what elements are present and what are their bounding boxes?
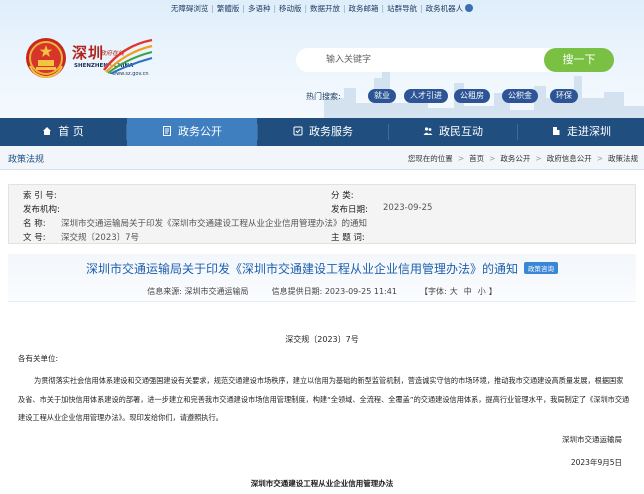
top-link-gov-mail[interactable]: 政务邮箱 [349,4,379,13]
main-nav: 首 页 政务公开 政务服务 政民互动 走进深圳 [0,118,644,146]
meta-issuer-label: 发布机构: [23,205,60,215]
meta-row: 文 号: 深交规〔2023〕7号 主 题 词: [9,230,637,244]
hot-search-label: 热门搜索: [306,92,341,101]
top-link-mobile[interactable]: 移动版 [279,4,302,13]
date-label: 信息提供日期: [271,287,323,296]
search-bar: 搜一下 [296,48,616,72]
meta-index-label: 索 引 号: [23,191,57,201]
meta-row: 名 称: 深圳市交通运输局关于印发《深圳市交通建设工程从业企业信用管理办法》的通… [9,216,637,230]
body-paragraph: 为贯彻落实社会信用体系建设和交通强国建设有关要求，规范交通建设市场秩序，建立以信… [18,376,630,422]
section-title[interactable]: 政策法规 [8,152,44,165]
breadcrumb-policy[interactable]: 政策法规 [608,154,638,163]
document-meta-table: 索 引 号: 分 类: 发布机构: 发布日期: 2023-09-25 名 称: … [8,184,636,244]
top-link-site-nav[interactable]: 站群导航 [387,4,417,13]
search-input[interactable] [296,48,566,72]
breadcrumb: 您现在的位置 > 首页 > 政务公开 > 政府信息公开 > 政策法规 [407,154,638,163]
greeting: 各有关单位: [18,354,59,363]
hot-tag-housing-fund[interactable]: 公积金 [502,89,538,103]
article-body: 深交规〔2023〕7号 各有关单位: 为贯彻落实社会信用体系建设和交通强国建设有… [0,302,644,494]
breadcrumb-gov-affairs[interactable]: 政务公开 [500,154,530,163]
meta-row: 索 引 号: 分 类: [9,188,637,202]
meta-category-label: 分 类: [331,191,354,201]
meta-name-value: 深圳市交通运输局关于印发《深圳市交通建设工程从业企业信用管理办法》的通知 [61,219,368,229]
building-icon [553,127,560,135]
article-info: 信息来源: 深圳市交通运输局 信息提供日期: 2023-09-25 11:41 … [8,286,636,297]
policy-consult-badge[interactable]: 政策咨询 [524,262,558,274]
meta-keywords-label: 主 题 词: [331,233,365,243]
font-size-close: 】 [488,287,497,296]
meta-docno-value: 深交规〔2023〕7号 [61,233,140,243]
logo-swoosh-graphic [103,38,153,74]
body-doc-number: 深交规〔2023〕7号 [285,335,359,344]
source-value: 深圳市交通运输局 [184,287,249,296]
nav-about-shenzhen[interactable]: 走进深圳 [518,118,644,146]
nav-interaction[interactable]: 政民互动 [389,118,517,146]
site-header: 无障碍浏览 | 繁體版 | 多语种 | 移动版 | 数据开放 | 政务邮箱 | 站群导航 | 政务机器人 深… [0,0,644,118]
meta-docno-label: 文 号: [23,233,46,243]
top-link-bar: 无障碍浏览 | 繁體版 | 多语种 | 移动版 | 数据开放 | 政务邮箱 | 站群导航 | 政务机器人 [0,3,644,14]
article-title-line: 深圳市交通运输局关于印发《深圳市交通建设工程从业企业信用管理办法》的通知 政策咨询 [8,260,636,277]
nav-gov-affairs-label: 政务公开 [178,125,222,138]
signature-date: 2023年9月5日 [570,458,622,467]
font-size-medium[interactable]: 中 [464,287,472,296]
top-link-robot[interactable]: 政务机器人 [426,4,464,13]
meta-name-label: 名 称: [23,219,46,229]
article-title: 深圳市交通运输局关于印发《深圳市交通建设工程从业企业信用管理办法》的通知 [85,262,518,276]
nav-about-shenzhen-label: 走进深圳 [567,125,611,138]
search-button[interactable]: 搜一下 [544,48,614,72]
robot-icon [465,4,474,12]
breadcrumb-home[interactable]: 首页 [469,154,484,163]
breadcrumb-bar: 政策法规 您现在的位置 > 首页 > 政务公开 > 政府信息公开 > 政策法规 [0,146,644,170]
nav-home-label: 首 页 [58,125,84,138]
meta-row: 发布机构: 发布日期: 2023-09-25 [9,202,637,216]
font-size-label: 【字体: [420,287,447,296]
font-size-small[interactable]: 小 [478,287,486,296]
service-icon [293,126,303,136]
nav-home[interactable]: 首 页 [0,118,126,146]
breadcrumb-info-disclosure[interactable]: 政府信息公开 [547,154,592,163]
national-emblem-icon [26,38,66,79]
meta-date-label: 发布日期: [331,205,368,215]
meta-date-value: 2023-09-25 [383,203,433,213]
appendix-title: 深圳市交通建设工程从业企业信用管理办法 [250,479,394,488]
date-value: 2023-09-25 11:41 [324,287,397,296]
top-link-accessibility[interactable]: 无障碍浏览 [171,4,209,13]
top-link-multilingual[interactable]: 多语种 [248,4,271,13]
source-label: 信息来源: [147,287,182,296]
hot-tag-environment[interactable]: 环保 [550,89,578,103]
hot-tag-talent[interactable]: 人才引进 [404,89,448,103]
signature-org: 深圳市交通运输局 [562,435,622,444]
people-icon [423,127,433,135]
article-header: 深圳市交通运输局关于印发《深圳市交通建设工程从业企业信用管理办法》的通知 政策咨询… [8,254,636,302]
breadcrumb-prefix: 您现在的位置 [407,154,453,163]
nav-gov-affairs[interactable]: 政务公开 [127,118,257,146]
nav-gov-service-label: 政务服务 [309,125,353,138]
font-size-large[interactable]: 大 [450,287,458,296]
hot-tag-public-housing[interactable]: 公租房 [454,89,490,103]
top-link-traditional[interactable]: 繁體版 [217,4,240,13]
nav-interaction-label: 政民互动 [439,125,483,138]
document-icon [163,126,171,136]
top-link-open-data[interactable]: 数据开放 [310,4,340,13]
home-icon [43,127,52,135]
nav-gov-service[interactable]: 政务服务 [258,118,388,146]
hot-tag-employment[interactable]: 就业 [368,89,396,103]
